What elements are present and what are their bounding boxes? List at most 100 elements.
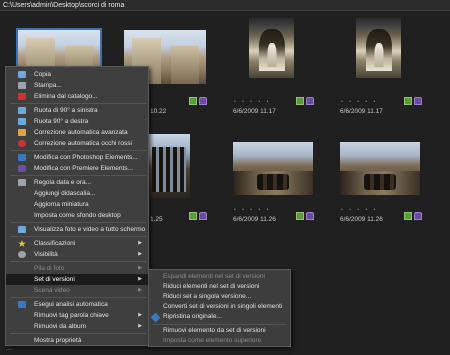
menu-item-adjust-date[interactable]: Regola data e ora...	[6, 177, 148, 188]
keyword-tag-icon[interactable]	[404, 97, 412, 105]
menu-item-edit-premiere[interactable]: Modifica con Premiere Elements...	[6, 163, 148, 174]
menu-item-auto-smart-fix[interactable]: Correzione automatica avanzata	[6, 127, 148, 138]
menu-separator	[10, 297, 146, 298]
menu-separator	[10, 150, 146, 151]
thumbnail-photo-6[interactable]	[233, 142, 313, 195]
folder-path: C:\Users\admin\Desktop\scorci di roma	[3, 2, 125, 9]
menu-item-stack[interactable]: Pila di foto ▶	[6, 263, 148, 274]
menu-item-label: Modifica con Premiere Elements...	[34, 165, 133, 172]
keyword-tag-icon[interactable]	[296, 212, 304, 220]
photo-7-date: 6/6/2009 11.26	[340, 216, 383, 223]
photo-2-date: 10.22	[150, 108, 167, 115]
menu-item-copy[interactable]: Copia	[6, 69, 148, 80]
photo-6-date: 6/6/2009 11.26	[233, 216, 276, 223]
menu-separator	[10, 103, 146, 104]
red-eye-icon	[18, 140, 26, 147]
menu-item-label: Pila di foto	[34, 265, 65, 272]
menu-item-rotate-left[interactable]: Ruota di 90° a sinistra	[6, 105, 148, 116]
menu-item-label: Mostra proprietà	[34, 337, 82, 344]
menu-item-set-desktop[interactable]: Imposta come sfondo desktop	[6, 210, 148, 221]
thumbnail-photo-7[interactable]	[340, 142, 420, 195]
version-set-icon[interactable]	[414, 212, 422, 220]
submenu-arrow-icon: ▶	[138, 240, 142, 246]
rating-stars[interactable]: • • • • •	[234, 99, 271, 105]
submenu-arrow-icon: ▶	[138, 251, 142, 257]
version-set-icon[interactable]	[306, 97, 314, 105]
thumbnail-photo-4[interactable]	[356, 18, 401, 78]
menu-separator	[10, 333, 146, 334]
submenu-item-set-as-top[interactable]: Imposta come elemento superiore	[149, 336, 290, 346]
path-bar: C:\Users\admin\Desktop\scorci di roma	[0, 0, 450, 11]
menu-item-update-thumbnail[interactable]: Aggiorna miniatura	[6, 199, 148, 210]
auto-fix-icon	[18, 129, 26, 136]
menu-item-label: Rimuovi da album	[34, 323, 87, 330]
rating-stars[interactable]: • • • • •	[234, 207, 271, 213]
thumbnail-photo-3[interactable]	[249, 18, 294, 78]
keyword-tag-icon[interactable]	[189, 97, 197, 105]
menu-item-fullscreen[interactable]: Visualizza foto e video a tutto schermo	[6, 224, 148, 235]
menu-item-run-auto-analyzer[interactable]: Esegui analisi automatica	[6, 299, 148, 310]
submenu-item-remove-from-version-set[interactable]: Rimuovi elemento da set di versioni	[149, 326, 290, 336]
rating-stars[interactable]: • • • • •	[341, 99, 378, 105]
version-set-icon[interactable]	[306, 212, 314, 220]
menu-item-rotate-right[interactable]: Ruota 90° a destra	[6, 116, 148, 127]
submenu-arrow-icon: ▶	[138, 287, 142, 293]
fullscreen-icon	[18, 226, 26, 233]
photo-4-date: 6/6/2009 11.17	[340, 108, 383, 115]
version-set-submenu[interactable]: Espandi elementi nel set di versioni Rid…	[148, 269, 291, 347]
submenu-item-label: Converti set di versioni in singoli elem…	[163, 303, 283, 310]
menu-item-auto-red-eye[interactable]: Correzione automatica occhi rossi	[6, 138, 148, 149]
submenu-arrow-icon: ▶	[138, 276, 142, 282]
menu-item-label: Set di versioni	[34, 276, 75, 283]
thumbnail-photo-5[interactable]	[148, 134, 190, 198]
calendar-icon	[18, 179, 26, 186]
menu-item-label: Elimina dal catalogo...	[34, 93, 98, 100]
keyword-tag-icon[interactable]	[296, 97, 304, 105]
submenu-item-label: Espandi elementi nel set di versioni	[163, 273, 265, 280]
submenu-arrow-icon: ▶	[138, 265, 142, 271]
menu-item-edit-photoshop[interactable]: Modifica con Photoshop Elements...	[6, 152, 148, 163]
menu-item-video-scene[interactable]: Scena video ▶	[6, 285, 148, 296]
menu-item-label: Ruota 90° a destra	[34, 118, 89, 125]
submenu-item-revert-to-original[interactable]: Ripristina originale...	[149, 312, 290, 323]
submenu-item-label: Riduci elementi nel set di versioni	[163, 283, 260, 290]
submenu-item-convert-version-set[interactable]: Converti set di versioni in singoli elem…	[149, 302, 290, 312]
rating-stars[interactable]: • • • • •	[341, 207, 378, 213]
menu-item-delete-from-catalog[interactable]: Elimina dal catalogo...	[6, 91, 148, 102]
menu-item-label: Regola data e ora...	[34, 179, 92, 186]
menu-item-visibility[interactable]: Visibilità ▶	[6, 249, 148, 260]
submenu-item-flatten-version-set[interactable]: Riduci set a singola versione...	[149, 292, 290, 302]
submenu-item-expand-version-set[interactable]: Espandi elementi nel set di versioni	[149, 272, 290, 282]
keyword-tag-icon[interactable]	[404, 212, 412, 220]
menu-item-remove-keyword-tag[interactable]: Rimuovi tag parola chiave ▶	[6, 310, 148, 321]
photo-3-date: 6/6/2009 11.17	[233, 108, 276, 115]
submenu-item-collapse-version-set[interactable]: Riduci elementi nel set di versioni	[149, 282, 290, 292]
star-icon	[18, 240, 26, 247]
version-set-icon[interactable]	[414, 97, 422, 105]
menu-item-label: Imposta come sfondo desktop	[34, 212, 121, 219]
submenu-item-label: Riduci set a singola versione...	[163, 293, 252, 300]
menu-item-label: Aggiorna miniatura	[34, 201, 89, 208]
menu-item-version-set[interactable]: Set di versioni ▶	[6, 274, 148, 285]
menu-item-label: Scena video	[34, 287, 70, 294]
print-icon	[18, 82, 26, 89]
menu-item-remove-from-album[interactable]: Rimuovi da album ▶	[6, 321, 148, 332]
version-set-icon[interactable]	[199, 97, 207, 105]
keyword-tag-icon[interactable]	[189, 212, 197, 220]
submenu-item-label: Rimuovi elemento da set di versioni	[163, 327, 266, 334]
submenu-item-label: Ripristina originale...	[163, 313, 222, 320]
menu-item-print[interactable]: Stampa...	[6, 80, 148, 91]
rotate-left-icon	[18, 107, 26, 114]
menu-item-label: Modifica con Photoshop Elements...	[34, 154, 138, 161]
menu-separator	[10, 222, 146, 223]
menu-item-ratings[interactable]: Classificazioni ▶	[6, 238, 148, 249]
premiere-icon	[18, 165, 26, 172]
context-menu[interactable]: Copia Stampa... Elimina dal catalogo... …	[5, 66, 149, 346]
menu-item-show-properties[interactable]: Mostra proprietà	[6, 335, 148, 346]
version-set-icon[interactable]	[199, 212, 207, 220]
menu-item-label: Aggiungi didascalia...	[34, 190, 96, 197]
submenu-arrow-icon: ▶	[138, 323, 142, 329]
submenu-separator	[153, 324, 287, 325]
delete-icon	[18, 93, 26, 100]
menu-item-add-caption[interactable]: Aggiungi didascalia...	[6, 188, 148, 199]
